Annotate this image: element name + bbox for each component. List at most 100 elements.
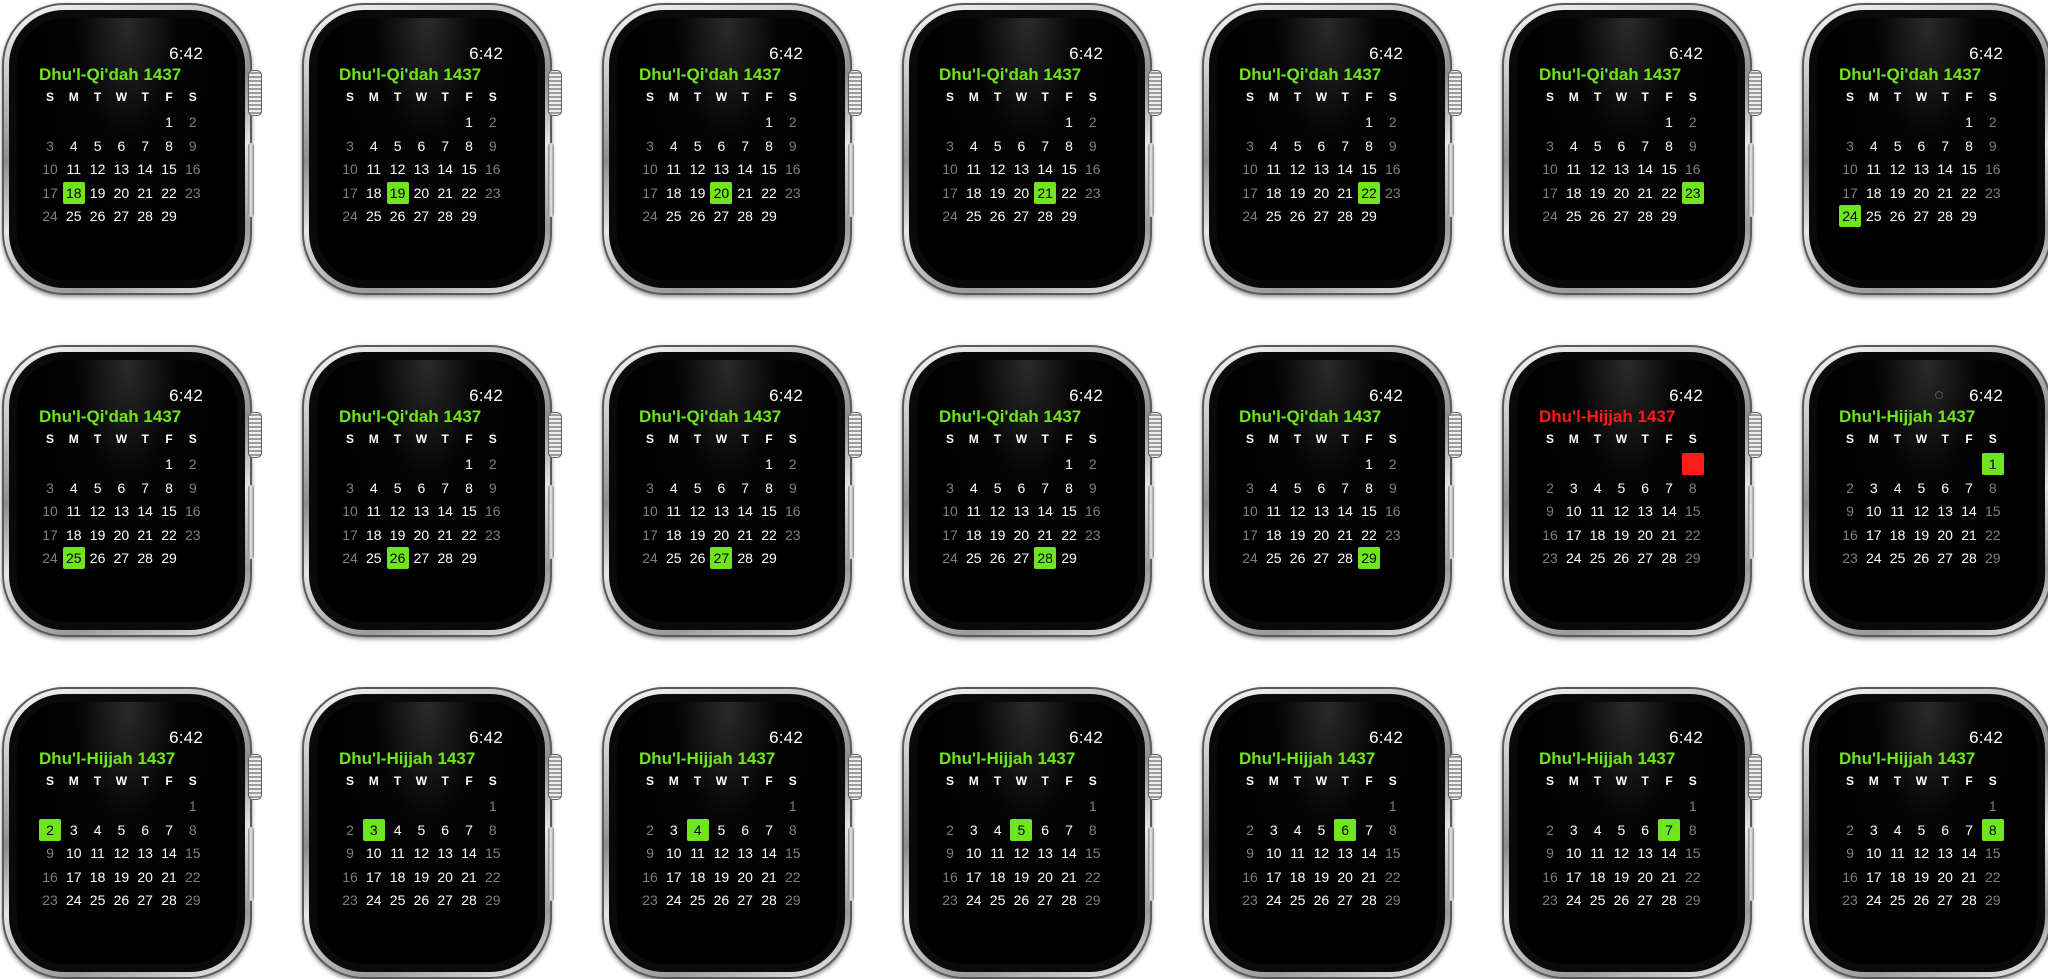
calendar-day: 24 xyxy=(66,892,82,909)
calendar-day: 2 xyxy=(488,456,497,472)
calendar-day: 1 xyxy=(1388,798,1397,814)
calendar-day: 10 xyxy=(1242,503,1258,520)
digital-crown[interactable] xyxy=(548,70,562,116)
calendar-day: 6 xyxy=(1017,479,1026,496)
weekday-header: T xyxy=(1641,432,1649,446)
calendar-day: 6 xyxy=(1941,479,1950,496)
digital-crown[interactable] xyxy=(1748,412,1762,458)
calendar-day: 4 xyxy=(1893,479,1902,496)
calendar-day: 12 xyxy=(1589,161,1606,178)
side-button[interactable] xyxy=(248,143,254,217)
digital-crown[interactable] xyxy=(248,70,262,116)
calendar-day: 20 xyxy=(437,868,453,885)
digital-crown[interactable] xyxy=(848,754,862,800)
side-button[interactable] xyxy=(248,485,254,559)
side-button[interactable] xyxy=(1448,827,1454,901)
calendar-day: 24 xyxy=(1866,550,1882,567)
calendar-day: 14 xyxy=(1061,845,1077,862)
calendar-day: 28 xyxy=(1661,550,1677,567)
weekday-header: M xyxy=(668,432,679,446)
status-time: 6:42 xyxy=(1669,44,1703,63)
digital-crown[interactable] xyxy=(248,754,262,800)
side-button[interactable] xyxy=(1148,485,1154,559)
weekday-header: W xyxy=(1015,774,1028,788)
digital-crown[interactable] xyxy=(848,70,862,116)
side-button[interactable] xyxy=(848,827,854,901)
calendar-day: 29 xyxy=(1085,892,1101,909)
weekday-header: T xyxy=(1341,90,1349,104)
weekday-header: T xyxy=(1341,432,1349,446)
digital-crown[interactable] xyxy=(1148,70,1162,116)
calendar-day: 11 xyxy=(1290,845,1305,862)
digital-crown[interactable] xyxy=(548,412,562,458)
calendar-day: 9 xyxy=(488,479,497,496)
calendar-day: 24 xyxy=(1866,892,1882,909)
weekday-header: M xyxy=(968,432,979,446)
calendar-day: 27 xyxy=(1637,892,1653,909)
calendar-day: 5 xyxy=(117,821,126,838)
month-title: Dhu'l-Hijjah 1437 xyxy=(1839,407,1976,426)
month-title: Dhu'l-Qi'dah 1437 xyxy=(39,65,182,84)
weekday-header: W xyxy=(1615,90,1628,104)
digital-crown[interactable] xyxy=(1748,754,1762,800)
calendar-day: 6 xyxy=(1641,821,1650,838)
calendar-day: 21 xyxy=(737,526,753,543)
calendar-day: 10 xyxy=(66,845,82,862)
calendar-day: 3 xyxy=(346,479,354,496)
calendar-day: 12 xyxy=(1913,845,1930,862)
calendar-day: 29 xyxy=(185,892,201,909)
side-button[interactable] xyxy=(1148,827,1154,901)
digital-crown[interactable] xyxy=(1748,70,1762,116)
digital-crown[interactable] xyxy=(548,754,562,800)
calendar-day: 2 xyxy=(1088,114,1097,130)
side-button[interactable] xyxy=(248,827,254,901)
calendar-day: 26 xyxy=(1013,892,1030,909)
calendar-day: 22 xyxy=(161,526,177,543)
weekday-header: T xyxy=(993,90,1002,104)
weekday-header: F xyxy=(765,774,773,788)
side-button[interactable] xyxy=(848,485,854,559)
digital-crown[interactable] xyxy=(1448,754,1462,800)
calendar-day: 22 xyxy=(1961,184,1977,201)
weekday-header: S xyxy=(945,90,954,104)
side-button[interactable] xyxy=(548,143,554,217)
side-button[interactable] xyxy=(548,485,554,559)
calendar-day: 5 xyxy=(1917,821,1926,838)
calendar-day: 8 xyxy=(1088,821,1097,838)
calendar-day: 28 xyxy=(1037,208,1053,225)
digital-crown[interactable] xyxy=(1448,70,1462,116)
calendar-day: 28 xyxy=(1961,892,1977,909)
calendar-day: 15 xyxy=(1685,845,1701,862)
side-button[interactable] xyxy=(1148,143,1154,217)
weekday-header: F xyxy=(1665,774,1673,788)
side-button[interactable] xyxy=(1748,827,1754,901)
side-button[interactable] xyxy=(848,143,854,217)
notification-dot-icon xyxy=(1935,391,1943,399)
calendar-day: 10 xyxy=(942,503,958,520)
calendar-day: 11 xyxy=(1866,161,1882,178)
calendar-day: 26 xyxy=(689,208,706,225)
calendar-day: 3 xyxy=(1246,137,1254,154)
digital-crown[interactable] xyxy=(1148,754,1162,800)
digital-crown[interactable] xyxy=(248,412,262,458)
calendar-day: 8 xyxy=(465,479,473,496)
digital-crown[interactable] xyxy=(1448,412,1462,458)
calendar-day: 28 xyxy=(137,208,153,225)
weekday-header: T xyxy=(693,432,702,446)
calendar-day: 23 xyxy=(42,892,58,909)
calendar-day: 14 xyxy=(437,503,453,520)
calendar-day: 6 xyxy=(417,137,426,154)
calendar-day: 28 xyxy=(1961,550,1977,567)
side-button[interactable] xyxy=(548,827,554,901)
side-button[interactable] xyxy=(1748,143,1754,217)
side-button[interactable] xyxy=(1748,485,1754,559)
side-button[interactable] xyxy=(1448,485,1454,559)
calendar-day: 21 xyxy=(1661,868,1677,885)
digital-crown[interactable] xyxy=(1148,412,1162,458)
calendar-day-today: 20 xyxy=(710,181,733,204)
weekday-header: T xyxy=(441,774,449,788)
digital-crown[interactable] xyxy=(848,412,862,458)
side-button[interactable] xyxy=(1448,143,1454,217)
calendar-day: 18 xyxy=(1866,184,1882,201)
watch-screen: 6:42 Dhu'l-Qi'dah 1437 S M T W T F S 1 2 3 4 5 6 7 8 9 10 1… xyxy=(317,18,537,280)
